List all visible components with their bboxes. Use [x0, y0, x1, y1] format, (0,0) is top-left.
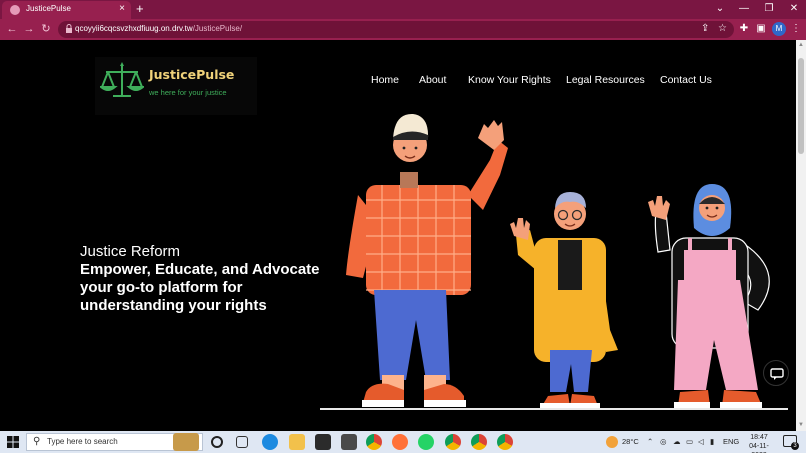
tab-search-dropdown-icon[interactable]: ⌄	[708, 0, 732, 19]
profile-avatar[interactable]: M	[772, 22, 786, 36]
forward-button[interactable]: →	[22, 22, 36, 36]
store-icon[interactable]	[315, 434, 331, 450]
chrome-profile-icon[interactable]	[445, 434, 461, 450]
site-favicon-icon	[10, 5, 20, 15]
weather-temperature[interactable]: 28°C	[622, 437, 639, 446]
search-icon: ⚲	[33, 436, 41, 447]
whatsapp-icon[interactable]	[418, 434, 434, 450]
browser-tab[interactable]: JusticePulse ×	[2, 1, 131, 19]
language-indicator[interactable]: ENG	[723, 437, 739, 446]
site-logo[interactable]: JusticePulse we here for your justice	[95, 57, 257, 115]
scales-of-justice-icon	[100, 62, 144, 97]
url-host: qcoyyii6cqcsvzhxdfiuug.on.drv.tw	[75, 24, 193, 33]
nav-know-your-rights[interactable]: Know Your Rights	[468, 74, 551, 86]
browser-tab-strip: JusticePulse × + ⌄ — ❐ ✕	[0, 0, 806, 19]
restore-button[interactable]: ❐	[757, 0, 781, 19]
new-tab-button[interactable]: +	[136, 1, 144, 17]
mail-icon[interactable]	[341, 434, 357, 450]
page-viewport: JusticePulse we here for your justice Ho…	[0, 40, 796, 431]
speaker-icon[interactable]: ◁	[698, 437, 704, 446]
chrome-icon[interactable]	[366, 434, 382, 450]
hero-illustration	[320, 113, 788, 410]
site-logo-title: JusticePulse	[149, 67, 235, 82]
nav-home[interactable]: Home	[371, 74, 399, 86]
edge-icon[interactable]	[262, 434, 278, 450]
os-taskbar: ⚲ Type here to search 28°C ⌃ ◎ ☁ ▭ ◁ ▮ E…	[0, 431, 806, 453]
scrollbar-thumb[interactable]	[798, 58, 804, 154]
extensions-icon[interactable]: ✚	[737, 22, 751, 36]
nav-contact-us[interactable]: Contact Us	[660, 74, 712, 86]
network-icon[interactable]: ▭	[686, 437, 693, 446]
share-icon[interactable]: ⇪	[701, 23, 709, 35]
tab-title: JusticePulse	[26, 4, 71, 13]
lock-icon	[66, 24, 72, 33]
search-highlight-icon	[173, 433, 199, 451]
clock-date: 04-11-2023	[749, 443, 769, 453]
page-scrollbar[interactable]: ▲ ▼	[796, 40, 806, 431]
url-path: /JusticePulse/	[192, 24, 243, 33]
windows-start-icon[interactable]	[7, 436, 19, 448]
clock-time: 18:47	[750, 434, 768, 441]
url-text: qcoyyii6cqcsvzhxdfiuug.on.drv.tw/Justice…	[75, 24, 242, 33]
person-plaid-shirt	[346, 113, 508, 407]
taskbar-search-box[interactable]: ⚲ Type here to search	[26, 433, 203, 451]
person-yellow-cardigan	[510, 192, 618, 408]
close-window-button[interactable]: ✕	[782, 0, 806, 19]
file-explorer-icon[interactable]	[289, 434, 305, 450]
side-panel-icon[interactable]: ▣	[754, 22, 768, 36]
menu-icon[interactable]: ⋮	[789, 22, 803, 36]
widgets-icon[interactable]	[236, 436, 248, 448]
scroll-down-arrow-icon[interactable]: ▼	[798, 422, 804, 428]
battery-icon[interactable]: ▮	[710, 437, 714, 446]
chat-icon	[770, 368, 784, 380]
star-icon[interactable]: ☆	[718, 23, 727, 35]
site-tagline: we here for your justice	[149, 88, 227, 97]
tray-overflow-icon[interactable]: ⌃	[647, 437, 653, 446]
browser-toolbar: ← → ↻ qcoyyii6cqcsvzhxdfiuug.on.drv.tw/J…	[0, 19, 806, 40]
chrome-profile-icon[interactable]	[471, 434, 487, 450]
back-button[interactable]: ←	[5, 22, 19, 36]
scroll-up-arrow-icon[interactable]: ▲	[798, 42, 804, 48]
weather-icon[interactable]	[606, 436, 618, 448]
notification-count-badge: 3	[791, 442, 799, 450]
nav-legal-resources[interactable]: Legal Resources	[566, 74, 645, 86]
cloud-icon[interactable]: ☁	[673, 437, 681, 446]
reload-button[interactable]: ↻	[39, 22, 53, 36]
nav-about[interactable]: About	[419, 74, 446, 86]
chrome-profile-icon[interactable]	[497, 434, 513, 450]
tab-close-icon[interactable]: ×	[119, 3, 125, 15]
hero-heading: Justice Reform	[80, 243, 181, 260]
taskbar-clock[interactable]: 18:47 04-11-2023	[742, 433, 776, 453]
tray-app-icon[interactable]: ◎	[660, 437, 667, 446]
minimize-button[interactable]: —	[732, 0, 756, 19]
chat-bubble-icon[interactable]	[763, 360, 789, 386]
screen: JusticePulse × + ⌄ — ❐ ✕ ← → ↻ qcoyyii6c…	[0, 0, 806, 453]
person-pink-overalls	[648, 184, 770, 408]
taskbar-search-placeholder: Type here to search	[47, 437, 118, 446]
task-view-icon[interactable]	[211, 436, 223, 448]
address-bar[interactable]: qcoyyii6cqcsvzhxdfiuug.on.drv.tw/Justice…	[58, 21, 734, 38]
firefox-icon[interactable]	[392, 434, 408, 450]
